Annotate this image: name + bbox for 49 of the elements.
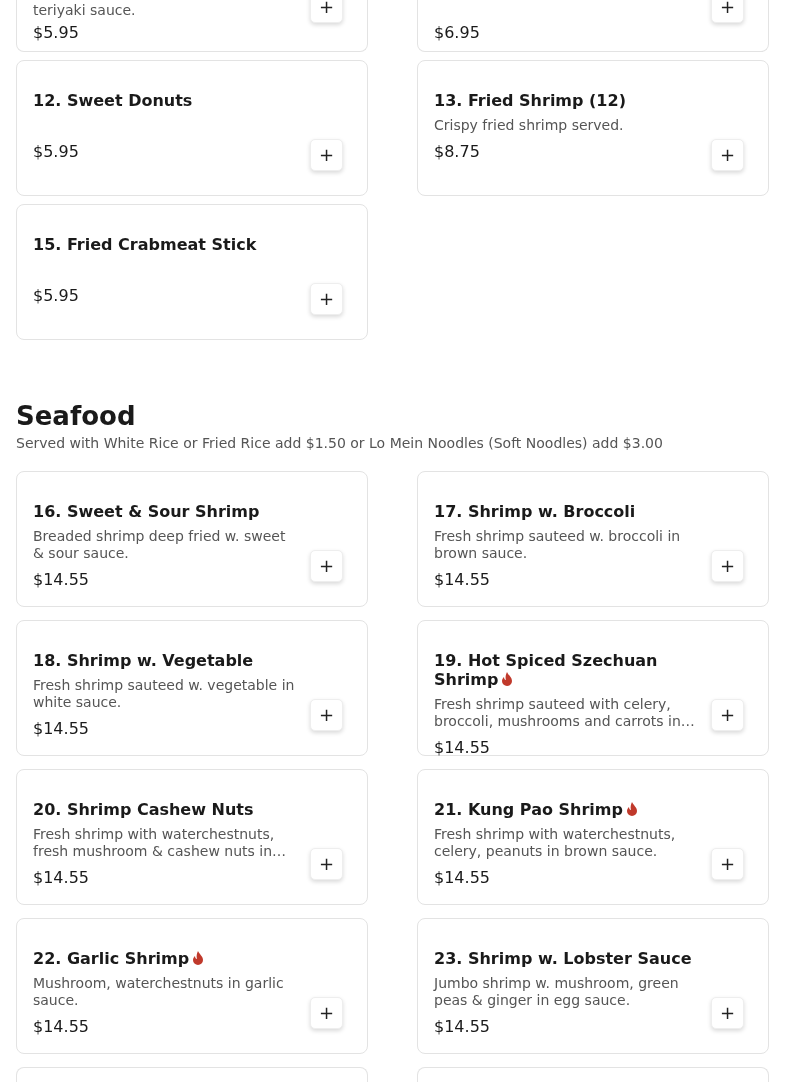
item-title: 18. Shrimp w. Vegetable xyxy=(33,651,255,670)
item-price: $14.55 xyxy=(33,1017,90,1037)
item-price: $14.55 xyxy=(434,570,491,590)
add-button[interactable]: + xyxy=(711,997,744,1029)
section-heading: Seafood xyxy=(16,400,137,432)
item-price: $14.55 xyxy=(33,570,90,590)
item-description: Fresh shrimp sauteed with celery, broccoli, mushrooms and carrots in… xyxy=(434,696,696,730)
item-title: 16. Sweet & Sour Shrimp xyxy=(33,502,261,521)
item-price: $14.55 xyxy=(434,1017,491,1037)
item-title: 19. Hot Spiced Szechuan Shrimp xyxy=(434,651,659,689)
item-description: Fresh shrimp with waterchestnuts, celery, peanuts in brown sauce. xyxy=(434,826,677,860)
add-button[interactable]: + xyxy=(310,139,343,171)
item-price: $14.55 xyxy=(434,738,491,758)
add-button[interactable]: + xyxy=(310,997,343,1029)
add-button[interactable]: + xyxy=(711,139,744,171)
add-button[interactable]: + xyxy=(310,0,343,23)
add-button[interactable]: + xyxy=(310,699,343,731)
item-title: 23. Shrimp w. Lobster Sauce xyxy=(434,949,693,968)
item-price: $14.55 xyxy=(33,719,90,739)
item-description: Crispy fried shrimp served. xyxy=(434,117,625,134)
add-button[interactable]: + xyxy=(711,848,744,880)
item-price: $8.75 xyxy=(434,142,481,162)
item-price: $14.55 xyxy=(434,868,491,888)
item-price: $6.95 xyxy=(434,23,481,43)
item-price: $5.95 xyxy=(33,142,80,162)
item-title: 17. Shrimp w. Broccoli xyxy=(434,502,637,521)
add-button[interactable]: + xyxy=(711,0,744,23)
item-description: Fresh shrimp with waterchestnuts, fresh mushroom & cashew nuts in… xyxy=(33,826,288,860)
item-description: teriyaki sauce. xyxy=(33,2,137,19)
item-title: 20. Shrimp Cashew Nuts xyxy=(33,800,255,819)
item-title: 13. Fried Shrimp (12) xyxy=(434,91,627,110)
section-subtitle: Served with White Rice or Fried Rice add $1.50 or Lo Mein Noodles (Soft Noodles) add $3.00 xyxy=(16,434,664,452)
item-title: 15. Fried Crabmeat Stick xyxy=(33,235,258,254)
add-button[interactable]: + xyxy=(310,550,343,582)
item-description: Jumbo shrimp w. mushroom, green peas & ginger in egg sauce. xyxy=(434,975,680,1009)
item-description: Fresh shrimp sauteed w. vegetable in white sauce. xyxy=(33,677,296,711)
item-price: $5.95 xyxy=(33,23,80,43)
add-button[interactable]: + xyxy=(711,550,744,582)
item-title: 22. Garlic Shrimp xyxy=(33,949,298,968)
item-title: 12. Sweet Donuts xyxy=(33,91,194,110)
item-price: $5.95 xyxy=(33,286,80,306)
add-button[interactable]: + xyxy=(310,848,343,880)
item-description: Breaded shrimp deep fried w. sweet & sour sauce. xyxy=(33,528,287,562)
item-description: Fresh shrimp sauteed w. broccoli in brown sauce. xyxy=(434,528,682,562)
item-description: Mushroom, waterchestnuts in garlic sauce. xyxy=(33,975,285,1009)
add-button[interactable]: + xyxy=(310,283,343,315)
item-title: 21. Kung Pao Shrimp xyxy=(434,800,699,819)
item-price: $14.55 xyxy=(33,868,90,888)
add-button[interactable]: + xyxy=(711,699,744,731)
